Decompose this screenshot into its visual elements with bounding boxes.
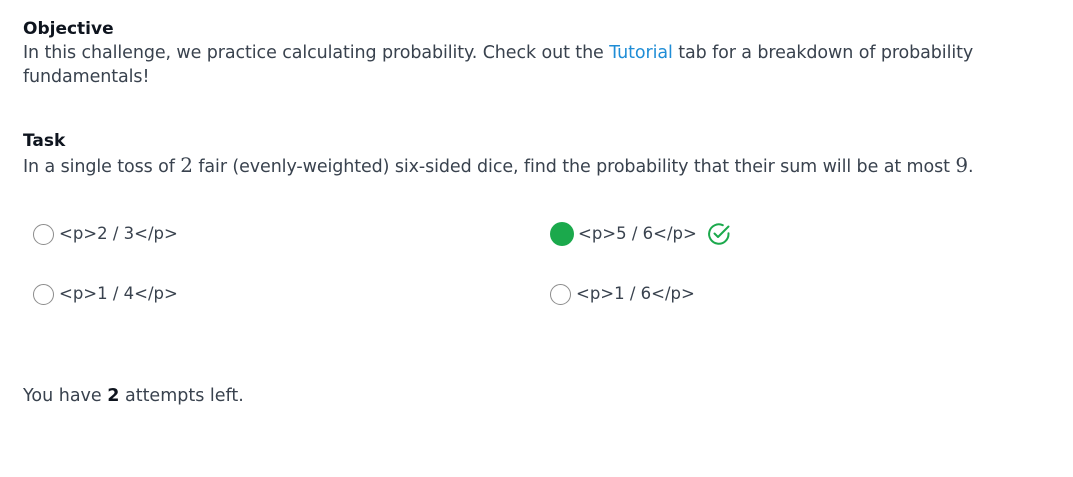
objective-text-before: In this challenge, we practice calculati… xyxy=(23,43,610,63)
radio-button[interactable] xyxy=(33,223,54,245)
answer-option-4[interactable]: <p>1 / 6</p> xyxy=(550,280,695,308)
task-heading: Task xyxy=(23,131,66,151)
answer-option-label: <p>2 / 3</p> xyxy=(59,224,178,243)
check-circle-icon xyxy=(705,220,733,248)
task-max-sum: 9 xyxy=(955,153,968,177)
answer-option-2[interactable]: <p>5 / 6</p> xyxy=(550,220,733,248)
answer-option-label: <p>5 / 6</p> xyxy=(578,224,697,243)
task-text-1: In a single toss of xyxy=(23,157,181,177)
answer-option-label: <p>1 / 4</p> xyxy=(59,284,178,303)
tutorial-link[interactable]: Tutorial xyxy=(609,43,673,63)
answer-option-3[interactable]: <p>1 / 4</p> xyxy=(33,280,178,308)
attempts-left-text: You have 2 attempts left. xyxy=(23,384,244,408)
radio-button-selected[interactable] xyxy=(550,222,574,246)
answer-option-label: <p>1 / 6</p> xyxy=(576,284,695,303)
radio-button[interactable] xyxy=(550,283,571,305)
objective-heading: Objective xyxy=(23,19,114,39)
answer-option-1[interactable]: <p>2 / 3</p> xyxy=(33,220,178,248)
task-text: In a single toss of 2 fair (evenly-weigh… xyxy=(23,153,1053,179)
attempts-suffix: attempts left. xyxy=(119,386,244,406)
task-text-3: . xyxy=(967,157,974,177)
task-text-2: fair (evenly-weighted) six-sided dice, f… xyxy=(192,157,956,177)
radio-button[interactable] xyxy=(33,283,54,305)
attempts-prefix: You have xyxy=(23,386,108,406)
attempts-count: 2 xyxy=(107,386,120,406)
objective-text: In this challenge, we practice calculati… xyxy=(23,41,1053,89)
task-num-dice: 2 xyxy=(180,153,193,177)
answer-options: <p>2 / 3</p> <p>5 / 6</p> <p>1 / 4</p> <… xyxy=(30,220,1030,320)
challenge-content: Objective In this challenge, we practice… xyxy=(23,17,1053,179)
